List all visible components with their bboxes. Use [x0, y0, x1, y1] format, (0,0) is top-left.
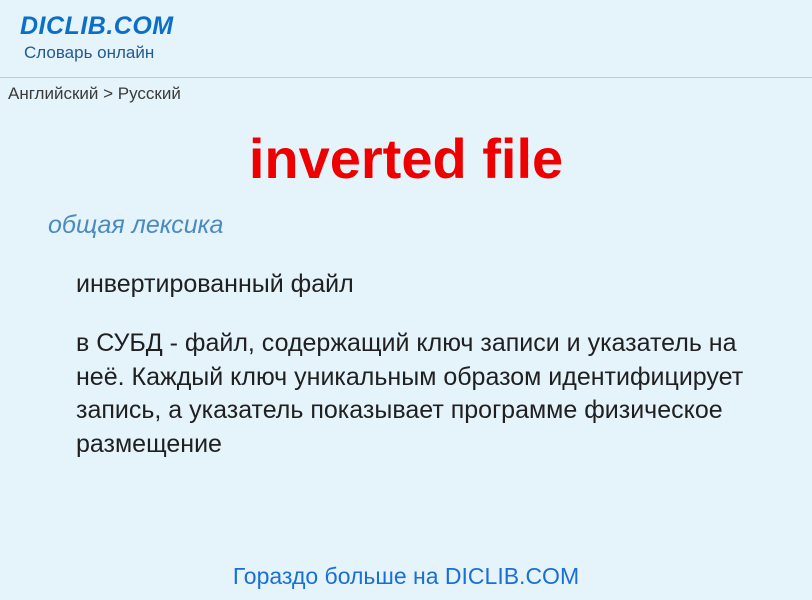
breadcrumb: Английский > Русский: [0, 78, 812, 104]
entry-category: общая лексика: [48, 211, 772, 240]
entry-description: в СУБД - файл, содержащий ключ записи и …: [76, 327, 772, 462]
header: DICLIB.COM Словарь онлайн: [0, 0, 812, 71]
article-body: общая лексика инвертированный файл в СУБ…: [0, 211, 812, 462]
site-tagline: Словарь онлайн: [24, 43, 792, 63]
entry-term: inverted file: [0, 126, 812, 191]
entry-definition: инвертированный файл: [76, 270, 772, 299]
footer: Гораздо больше на DICLIB.COM: [0, 563, 812, 590]
breadcrumb-from[interactable]: Английский: [8, 84, 98, 103]
more-link[interactable]: Гораздо больше на DICLIB.COM: [233, 563, 579, 589]
site-logo[interactable]: DICLIB.COM: [20, 12, 792, 41]
breadcrumb-separator: >: [98, 84, 117, 103]
breadcrumb-to[interactable]: Русский: [118, 84, 181, 103]
